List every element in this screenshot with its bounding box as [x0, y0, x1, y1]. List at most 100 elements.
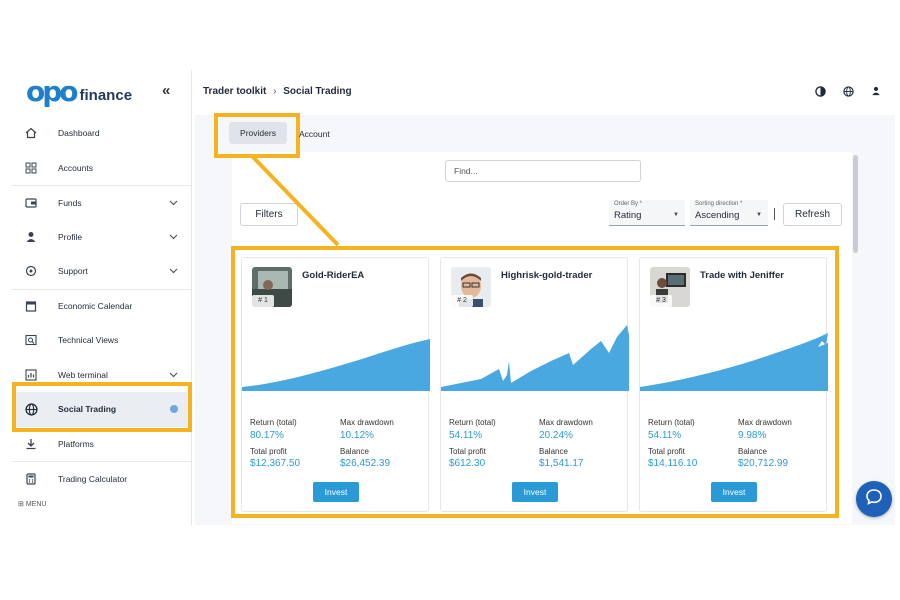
sidebar-item-label: Funds [58, 197, 82, 208]
user-icon [24, 230, 38, 244]
sidebar-item-profile[interactable]: Profile [12, 220, 192, 255]
sidebar-item-support[interactable]: Support [12, 254, 192, 289]
sidebar-item-accounts[interactable]: Accounts [12, 151, 192, 186]
collapse-sidebar-icon[interactable]: « [162, 82, 170, 99]
home-icon [24, 126, 38, 140]
return-value: 54.11% [648, 430, 682, 441]
sort-direction-value: Ascending [695, 210, 740, 221]
return-value: 54.11% [449, 430, 483, 441]
sort-direction-select[interactable]: Sorting direction * Ascending ▼ [690, 200, 768, 226]
logo-mark: opo [26, 75, 78, 108]
sidebar-item-label: Profile [58, 231, 83, 242]
balance-value: $26,452.39 [340, 458, 391, 469]
download-icon [24, 437, 38, 451]
equity-chart [242, 339, 430, 391]
sidebar-item-label: Web terminal [58, 369, 108, 380]
profit-label: Total profit [250, 447, 287, 456]
support-icon [24, 264, 38, 278]
sidebar-item-label: Platforms [58, 438, 94, 449]
sidebar-item-economic-calendar[interactable]: Economic Calendar [12, 288, 192, 324]
chevron-down-icon [169, 232, 178, 242]
sidebar-nav: Dashboard Accounts Funds Profile Support… [12, 116, 192, 496]
sidebar-item-dashboard[interactable]: Dashboard [12, 116, 192, 151]
active-indicator [170, 405, 178, 413]
menu-icon: ⊞ [18, 501, 26, 508]
toolbar-divider [774, 208, 775, 220]
language-globe-icon[interactable] [842, 85, 854, 97]
globe-icon [24, 402, 38, 416]
find-input[interactable]: Find... [445, 160, 641, 182]
return-label: Return (total) [648, 418, 695, 427]
rank-badge: # 2 [451, 295, 473, 307]
provider-name[interactable]: Trade with Jeniffer [700, 270, 784, 281]
tab-providers[interactable]: Providers [229, 122, 287, 144]
return-label: Return (total) [449, 418, 496, 427]
chart-icon [24, 368, 38, 382]
provider-card-3[interactable]: # 3 Trade with Jeniffer Return (total) 5… [639, 257, 828, 512]
provider-card-2[interactable]: # 2 Highrisk-gold-trader Return (total) … [440, 257, 629, 512]
sidebar-item-platforms[interactable]: Platforms [12, 427, 192, 462]
balance-label: Balance [738, 447, 767, 456]
return-value: 80.17% [250, 430, 284, 441]
chat-bubble-icon [865, 488, 883, 511]
menu-toggle[interactable]: ⊞ MENU [18, 500, 46, 508]
drawdown-label: Max drawdown [539, 418, 593, 427]
sidebar-item-social-trading[interactable]: Social Trading [12, 392, 192, 427]
sidebar-item-label: Accounts [58, 162, 93, 173]
invest-button[interactable]: Invest [313, 482, 359, 502]
calculator-icon [24, 472, 38, 486]
equity-chart [640, 333, 828, 391]
breadcrumb-item-trader-toolkit[interactable]: Trader toolkit [203, 86, 266, 97]
scrollbar[interactable] [853, 155, 858, 253]
sidebar-item-label: Economic Calendar [58, 301, 133, 312]
chevron-down-icon [169, 198, 178, 208]
sidebar-item-technical-views[interactable]: Technical Views [12, 323, 192, 358]
drawdown-label: Max drawdown [738, 418, 792, 427]
provider-name[interactable]: Highrisk-gold-trader [501, 270, 592, 281]
order-by-value: Rating [614, 210, 642, 221]
breadcrumb-item-social-trading: Social Trading [283, 86, 352, 97]
refresh-button[interactable]: Refresh [783, 203, 842, 226]
filters-button[interactable]: Filters [240, 203, 298, 226]
opo-finance-logo[interactable]: opo finance [26, 75, 133, 108]
sidebar-item-label: Support [58, 266, 88, 277]
logo-text: finance [79, 87, 133, 104]
breadcrumb: Trader toolkit › Social Trading [203, 86, 352, 97]
order-by-select[interactable]: Order By * Rating ▼ [609, 200, 685, 226]
profit-value: $14,116.10 [648, 458, 698, 469]
calendar-icon [24, 299, 38, 313]
profit-label: Total profit [648, 447, 685, 456]
sidebar-item-funds[interactable]: Funds [12, 185, 192, 220]
user-account-icon[interactable] [870, 85, 882, 97]
chat-support-button[interactable] [856, 481, 892, 517]
profit-value: $612.30 [449, 458, 486, 469]
provider-name[interactable]: Gold-RiderEA [302, 270, 364, 281]
sort-direction-label: Sorting direction * [695, 201, 743, 207]
sidebar-item-label: Trading Calculator [58, 473, 128, 484]
invest-button[interactable]: Invest [711, 482, 757, 502]
balance-value: $20,712.99 [738, 458, 789, 469]
menu-label: MENU [25, 501, 47, 508]
chevron-down-icon [169, 370, 178, 380]
theme-toggle-icon[interactable] [814, 85, 826, 97]
grid-icon [24, 161, 38, 175]
order-by-label: Order By * [614, 201, 643, 207]
sidebar-item-trading-calculator[interactable]: Trading Calculator [12, 461, 192, 496]
drawdown-value: 20.24% [539, 430, 573, 441]
balance-label: Balance [539, 447, 568, 456]
rank-badge: # 3 [650, 295, 672, 307]
sidebar-item-label: Social Trading [58, 404, 117, 415]
drawdown-label: Max drawdown [340, 418, 394, 427]
invest-button[interactable]: Invest [512, 482, 558, 502]
chevron-right-icon: › [273, 86, 277, 97]
sidebar-item-web-terminal[interactable]: Web terminal [12, 358, 192, 393]
header-icons [814, 85, 882, 97]
drawdown-value: 10.12% [340, 430, 374, 441]
rank-badge: # 1 [252, 295, 274, 307]
balance-label: Balance [340, 447, 369, 456]
tab-account[interactable]: Account [299, 129, 330, 139]
profit-label: Total profit [449, 447, 486, 456]
provider-card-1[interactable]: # 1 Gold-RiderEA Return (total) 80.17% M… [241, 257, 430, 512]
sidebar-item-label: Technical Views [58, 335, 119, 346]
dropdown-arrow-icon: ▼ [673, 212, 679, 218]
